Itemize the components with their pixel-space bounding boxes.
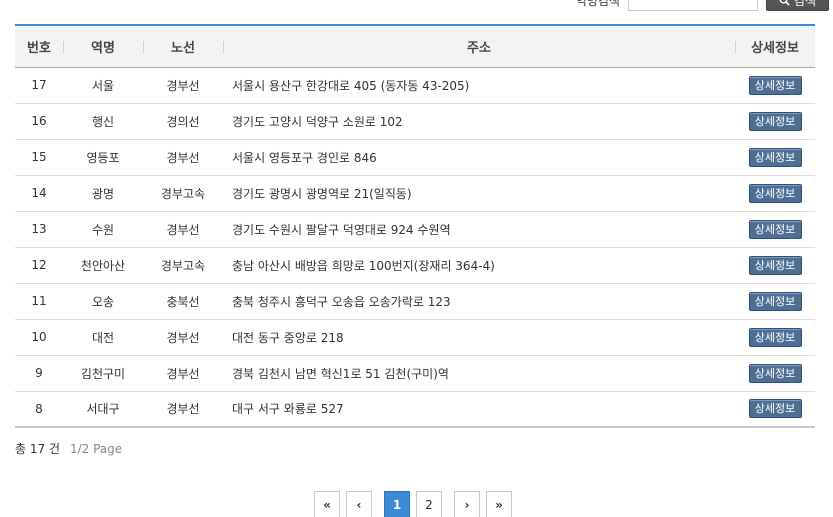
table-row: 14 광명 경부고속 경기도 광명시 광명역로 21(일직동) 상세정보 <box>15 175 815 211</box>
table-row: 9 김천구미 경부선 경북 김천시 남면 혁신1로 51 김천(구미)역 상세정보 <box>15 355 815 391</box>
cell-line: 경부선 <box>166 366 200 381</box>
cell-detail: 상세정보 <box>735 319 815 355</box>
cell-station: 김천구미 <box>80 366 126 381</box>
search-label: 역명검색 <box>575 0 620 8</box>
cell-station: 광명 <box>91 186 115 201</box>
cell-address: 경북 김천시 남면 혁신1로 51 김천(구미)역 <box>232 366 449 381</box>
cell-detail: 상세정보 <box>735 139 815 175</box>
cell-number: 17 <box>31 78 47 92</box>
cell-detail: 상세정보 <box>735 175 815 211</box>
cell-address: 경기도 수원시 팔달구 덕영대로 924 수원역 <box>232 222 451 237</box>
search-button-label: 검색 <box>793 0 816 8</box>
column-header-detail: 상세정보 <box>735 25 815 67</box>
table-row: 15 영등포 경부선 서울시 영등포구 경인로 846 상세정보 <box>15 139 815 175</box>
table-header-row: 번호 역명 노선 주소 상세정보 <box>15 25 815 67</box>
pagination: « ‹ 1 2 › » <box>314 491 512 517</box>
column-header-address: 주소 <box>223 25 735 67</box>
station-table: 번호 역명 노선 주소 상세정보 17 서울 경부선 서울시 용산구 한강대로 405… <box>15 24 815 428</box>
cell-address: 경기도 고양시 덕양구 소원로 102 <box>232 114 403 129</box>
cell-address: 대구 서구 와룡로 527 <box>232 402 344 417</box>
detail-button[interactable]: 상세정보 <box>748 147 802 167</box>
cell-station: 천안아산 <box>80 258 126 273</box>
cell-line: 충북선 <box>166 294 200 309</box>
cell-station: 서울 <box>91 78 115 93</box>
detail-button[interactable]: 상세정보 <box>748 291 802 311</box>
table-row: 8 서대구 경부선 대구 서구 와룡로 527 상세정보 <box>15 391 815 427</box>
table-row: 16 행신 경의선 경기도 고양시 덕양구 소원로 102 상세정보 <box>15 103 815 139</box>
cell-address: 서울시 용산구 한강대로 405 (동자동 43-205) <box>232 78 470 93</box>
cell-station: 영등포 <box>86 150 120 165</box>
cell-number: 13 <box>31 222 47 236</box>
cell-station: 오송 <box>91 294 115 309</box>
cell-detail: 상세정보 <box>735 391 815 427</box>
station-table-wrap: 번호 역명 노선 주소 상세정보 17 서울 경부선 서울시 용산구 한강대로 405… <box>15 24 815 428</box>
total-count: 총 17 건 <box>15 442 60 456</box>
cell-line: 경부선 <box>166 78 200 93</box>
cell-number: 10 <box>31 330 47 344</box>
cell-number: 9 <box>35 366 43 380</box>
cell-address: 충북 청주시 흥덕구 오송읍 오송가락로 123 <box>232 294 451 309</box>
cell-detail: 상세정보 <box>735 103 815 139</box>
detail-button[interactable]: 상세정보 <box>748 75 802 95</box>
detail-button[interactable]: 상세정보 <box>748 327 802 347</box>
result-summary: 총 17 건 1/2 Page <box>15 440 122 457</box>
cell-detail: 상세정보 <box>735 211 815 247</box>
page-info: 1/2 Page <box>69 442 123 456</box>
detail-button[interactable]: 상세정보 <box>748 363 802 383</box>
table-row: 11 오송 충북선 충북 청주시 흥덕구 오송읍 오송가락로 123 상세정보 <box>15 283 815 319</box>
cell-line: 경부선 <box>166 402 200 417</box>
cell-number: 14 <box>31 186 47 200</box>
cell-address: 충남 아산시 배방읍 희망로 100번지(장재리 364-4) <box>232 258 495 273</box>
cell-station: 수원 <box>91 222 115 237</box>
first-page-button[interactable]: « <box>314 491 340 517</box>
cell-number: 16 <box>31 114 47 128</box>
cell-line: 경부선 <box>166 150 200 165</box>
cell-line: 경의선 <box>166 114 200 129</box>
next-page-button[interactable]: › <box>454 491 480 517</box>
table-body: 17 서울 경부선 서울시 용산구 한강대로 405 (동자동 43-205) 상세정보… <box>15 67 815 427</box>
cell-station: 행신 <box>91 114 115 129</box>
cell-line: 경부고속 <box>160 258 206 273</box>
cell-station: 대전 <box>91 330 115 345</box>
prev-page-button[interactable]: ‹ <box>346 491 372 517</box>
detail-button[interactable]: 상세정보 <box>748 399 802 419</box>
cell-number: 8 <box>35 401 43 416</box>
column-header-line: 노선 <box>143 25 223 67</box>
column-header-station: 역명 <box>63 25 143 67</box>
cell-line: 경부고속 <box>160 186 206 201</box>
table-row: 17 서울 경부선 서울시 용산구 한강대로 405 (동자동 43-205) 상세정보 <box>15 67 815 103</box>
cell-address: 서울시 영등포구 경인로 846 <box>232 150 377 165</box>
search-button[interactable]: 검색 <box>765 0 829 11</box>
page-button-1[interactable]: 1 <box>384 491 410 517</box>
cell-address: 대전 동구 중앙로 218 <box>232 330 344 345</box>
cell-number: 12 <box>31 258 47 272</box>
cell-station: 서대구 <box>86 402 120 417</box>
table-row: 12 천안아산 경부고속 충남 아산시 배방읍 희망로 100번지(장재리 364-4… <box>15 247 815 283</box>
cell-line: 경부선 <box>166 222 200 237</box>
search-input[interactable] <box>627 0 758 11</box>
page-button-2[interactable]: 2 <box>416 491 442 517</box>
cell-number: 11 <box>31 294 47 308</box>
cell-detail: 상세정보 <box>735 67 815 103</box>
cell-detail: 상세정보 <box>735 283 815 319</box>
cell-detail: 상세정보 <box>735 355 815 391</box>
station-search-bar: 역명검색 검색 <box>576 0 829 11</box>
cell-number: 15 <box>31 150 47 164</box>
cell-address: 경기도 광명시 광명역로 21(일직동) <box>232 186 412 201</box>
detail-button[interactable]: 상세정보 <box>748 219 802 239</box>
search-icon <box>779 0 790 6</box>
table-row: 13 수원 경부선 경기도 수원시 팔달구 덕영대로 924 수원역 상세정보 <box>15 211 815 247</box>
last-page-button[interactable]: » <box>486 491 512 517</box>
cell-detail: 상세정보 <box>735 247 815 283</box>
column-header-number: 번호 <box>27 40 51 56</box>
table-row: 10 대전 경부선 대전 동구 중앙로 218 상세정보 <box>15 319 815 355</box>
detail-button[interactable]: 상세정보 <box>748 255 802 275</box>
detail-button[interactable]: 상세정보 <box>748 111 802 131</box>
detail-button[interactable]: 상세정보 <box>748 183 802 203</box>
cell-line: 경부선 <box>166 330 200 345</box>
